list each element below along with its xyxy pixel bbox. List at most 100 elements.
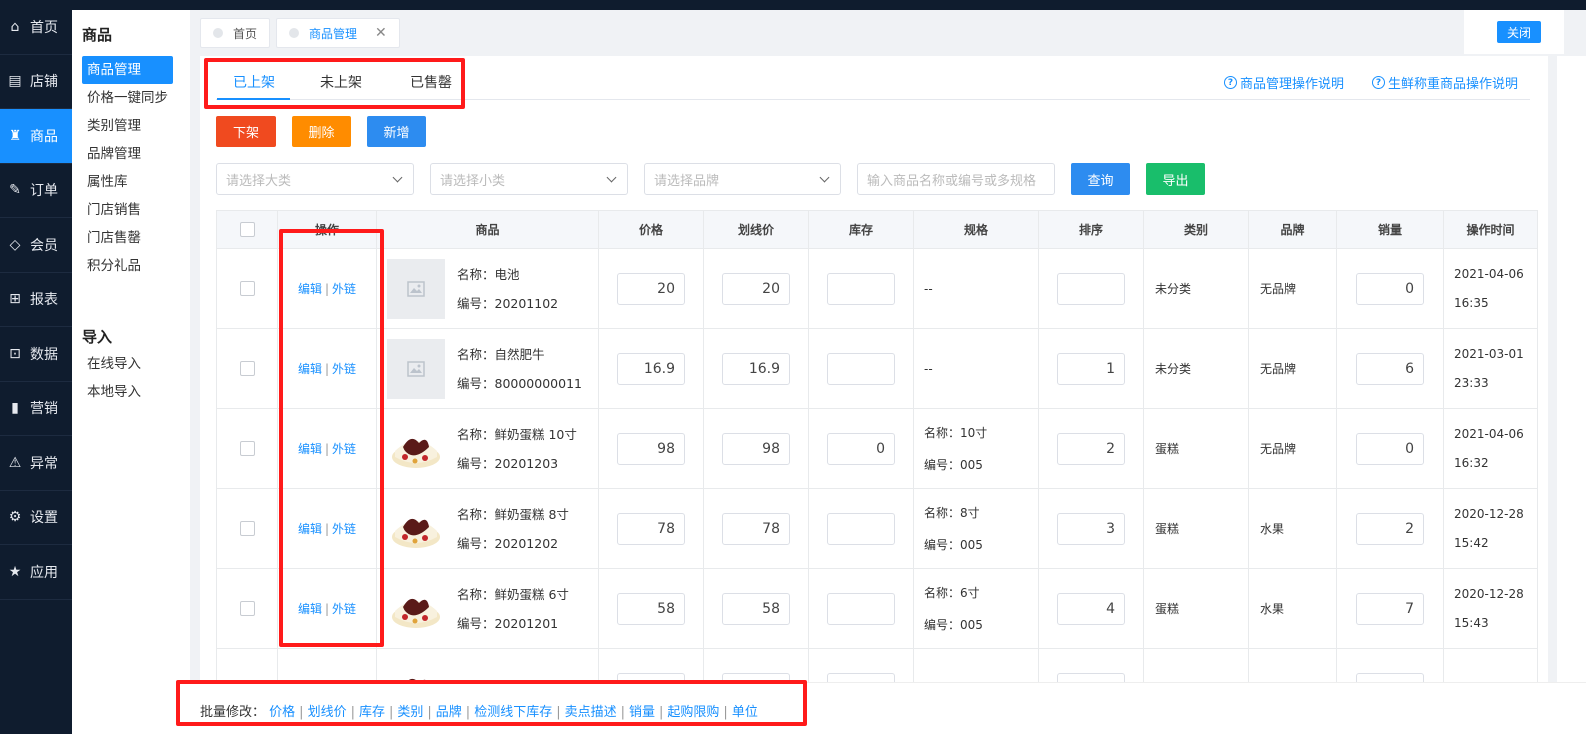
- help-link-product[interactable]: ? 商品管理操作说明: [1224, 73, 1344, 92]
- product-code: 编号：20201201: [457, 615, 559, 631]
- op-time: 16:35: [1454, 295, 1489, 310]
- tab-product-management[interactable]: 商品管理 ✕: [276, 18, 400, 48]
- stock-input[interactable]: 0: [827, 432, 895, 465]
- sales-input[interactable]: 6: [1356, 352, 1424, 385]
- search-input[interactable]: 输入商品名称或编号或多规格: [857, 163, 1055, 195]
- nav-item-2[interactable]: ♜ 商品: [0, 109, 72, 164]
- edit-link[interactable]: 编辑: [298, 442, 322, 456]
- edit-link[interactable]: 编辑: [298, 362, 322, 376]
- sort-input[interactable]: [1057, 272, 1125, 305]
- sales-input[interactable]: 0: [1356, 272, 1424, 305]
- batch-edit-link[interactable]: 单位: [732, 705, 758, 720]
- nav-item-9[interactable]: ⚙ 设置: [0, 491, 72, 545]
- subnav-import-item[interactable]: 在线导入: [82, 350, 173, 378]
- select-all-checkbox[interactable]: [239, 222, 255, 237]
- edit-link[interactable]: 编辑: [298, 602, 322, 616]
- stock-input[interactable]: [827, 352, 895, 385]
- subnav-item[interactable]: 属性库: [82, 168, 173, 196]
- sales-input[interactable]: 0: [1356, 432, 1424, 465]
- subnav-item[interactable]: 价格一键同步: [82, 84, 173, 112]
- nav-item-8[interactable]: ⚠ 异常: [0, 436, 72, 491]
- nav-item-4[interactable]: ◇ 会员: [0, 218, 72, 273]
- export-button[interactable]: 导出: [1146, 163, 1205, 195]
- edit-link[interactable]: 编辑: [298, 522, 322, 536]
- price-input[interactable]: 16.9: [617, 352, 685, 385]
- tab-on-shelf[interactable]: 已上架: [233, 72, 275, 92]
- list-price-input[interactable]: 78: [722, 512, 790, 545]
- price-input[interactable]: 98: [617, 432, 685, 465]
- help-link-fresh[interactable]: ? 生鲜称重商品操作说明: [1372, 73, 1518, 92]
- op-date: 2021-03-01: [1454, 346, 1524, 361]
- brand-select[interactable]: 请选择品牌: [644, 163, 841, 195]
- subnav-item[interactable]: 积分礼品: [82, 252, 173, 280]
- sort-input[interactable]: 2: [1057, 432, 1125, 465]
- external-link[interactable]: 外链: [332, 282, 356, 296]
- delete-button[interactable]: 删除: [292, 116, 351, 147]
- batch-edit-link[interactable]: 价格: [269, 705, 295, 720]
- batch-separator: |: [620, 705, 625, 720]
- batch-edit-link[interactable]: 起购限购: [667, 705, 719, 720]
- nav-item-0[interactable]: ⌂ 首页: [0, 0, 72, 55]
- external-link[interactable]: 外链: [332, 522, 356, 536]
- sort-input[interactable]: 4: [1057, 592, 1125, 625]
- nav-item-7[interactable]: ▮ 营销: [0, 382, 72, 436]
- stock-input[interactable]: [827, 512, 895, 545]
- category-select[interactable]: 请选择大类: [216, 163, 414, 195]
- row-checkbox[interactable]: [239, 281, 255, 296]
- tab-home[interactable]: 首页: [200, 18, 270, 48]
- header-cell: 排序: [1038, 210, 1144, 249]
- header-cell: 库存: [808, 210, 914, 249]
- add-button[interactable]: 新增: [367, 116, 426, 147]
- list-price-input[interactable]: 58: [722, 592, 790, 625]
- row-checkbox[interactable]: [239, 601, 255, 616]
- sales-input[interactable]: 7: [1356, 592, 1424, 625]
- price-input[interactable]: 78: [617, 512, 685, 545]
- offshelf-button[interactable]: 下架: [216, 116, 276, 147]
- list-price-input[interactable]: 16.9: [722, 352, 790, 385]
- batch-edit-link[interactable]: 划线价: [308, 705, 347, 720]
- sort-input[interactable]: 1: [1057, 352, 1125, 385]
- close-all-button[interactable]: 关闭: [1497, 21, 1541, 43]
- subcategory-select[interactable]: 请选择小类: [430, 163, 628, 195]
- query-button[interactable]: 查询: [1071, 163, 1130, 195]
- row-checkbox[interactable]: [239, 441, 255, 456]
- subnav-item[interactable]: 商品管理: [82, 56, 173, 84]
- subnav-import-item[interactable]: 本地导入: [82, 378, 173, 406]
- scrollbar[interactable]: [1551, 56, 1586, 682]
- edit-link[interactable]: 编辑: [298, 282, 322, 296]
- price-input[interactable]: 20: [617, 272, 685, 305]
- subnav-item[interactable]: 门店销售: [82, 196, 173, 224]
- close-icon[interactable]: ✕: [375, 25, 387, 41]
- row-checkbox[interactable]: [239, 521, 255, 536]
- sales-input[interactable]: 2: [1356, 512, 1424, 545]
- stock-input[interactable]: [827, 592, 895, 625]
- batch-edit-link[interactable]: 品牌: [436, 705, 462, 720]
- batch-edit-link[interactable]: 类别: [397, 705, 423, 720]
- price-input[interactable]: 58: [617, 592, 685, 625]
- nav-item-label: 异常: [30, 455, 58, 472]
- sort-input[interactable]: 3: [1057, 512, 1125, 545]
- external-link[interactable]: 外链: [332, 362, 356, 376]
- nav-item-6[interactable]: ⊡ 数据: [0, 327, 72, 382]
- tab-sold-out[interactable]: 已售罄: [410, 72, 452, 92]
- external-link[interactable]: 外链: [332, 602, 356, 616]
- list-price-input[interactable]: 20: [722, 272, 790, 305]
- nav-item-5[interactable]: ⊞ 报表: [0, 273, 72, 327]
- nav-item-3[interactable]: ✎ 订单: [0, 164, 72, 218]
- tab-off-shelf[interactable]: 未上架: [320, 72, 362, 92]
- batch-edit-link[interactable]: 检测线下库存: [474, 705, 552, 720]
- row-checkbox[interactable]: [239, 361, 255, 376]
- batch-edit-link[interactable]: 销量: [629, 705, 655, 720]
- nav-item-1[interactable]: ▤ 店铺: [0, 55, 72, 109]
- status-tabs: 已上架 未上架 已售罄 ? 商品管理操作说明 ? 生鲜称重商品操作说明: [216, 56, 1530, 100]
- table-row: 编辑 | 外链 名称：鲜奶蛋糕 6寸 编号：20201201 58 58 名称：6寸 编号：00…: [216, 568, 1538, 649]
- subnav-item[interactable]: 品牌管理: [82, 140, 173, 168]
- stock-input[interactable]: [827, 272, 895, 305]
- subnav-item[interactable]: 类别管理: [82, 112, 173, 140]
- list-price-input[interactable]: 98: [722, 432, 790, 465]
- external-link[interactable]: 外链: [332, 442, 356, 456]
- batch-edit-link[interactable]: 库存: [359, 705, 385, 720]
- batch-edit-link[interactable]: 卖点描述: [565, 705, 617, 720]
- subnav-item[interactable]: 门店售罄: [82, 224, 173, 252]
- nav-item-10[interactable]: ★ 应用: [0, 545, 72, 600]
